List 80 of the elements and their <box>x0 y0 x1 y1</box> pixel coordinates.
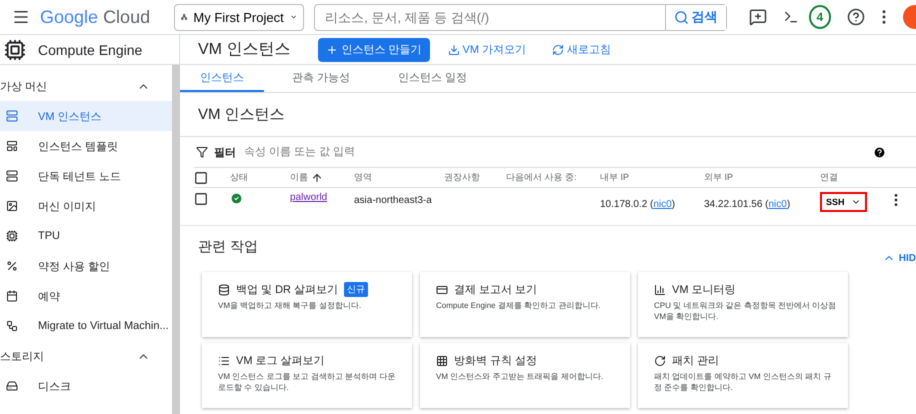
plus-icon <box>326 44 338 56</box>
section-title: 스토리지 <box>0 350 44 364</box>
checkbox[interactable] <box>194 192 208 206</box>
sidebar-item[interactable]: 인스턴스 템플릿 <box>0 131 172 161</box>
sidebar-item[interactable]: 디스크 <box>0 371 172 401</box>
task-card[interactable]: 방화벽 규칙 설정 VM 인스턴스와 주고받는 트래픽을 제어합니다. <box>420 343 630 408</box>
ssh-button[interactable]: SSH <box>820 192 867 212</box>
card-description: CPU 및 네트워크와 같은 측정항목 전반에서 이상점 VM을 확인합니다. <box>654 300 838 322</box>
nic-link[interactable]: nic0 <box>653 199 672 210</box>
tab[interactable]: 인스턴스 일정 <box>378 65 488 92</box>
search-field[interactable]: 리소스, 문서, 제품 등 검색(/) 검색 <box>314 4 727 30</box>
column-header[interactable]: 외부 IP <box>704 167 820 188</box>
notification-count[interactable]: 4 <box>808 5 832 29</box>
column-header[interactable]: 영역 <box>354 167 444 188</box>
search-icon <box>674 10 689 24</box>
product-logo[interactable]: Google Cloud <box>40 6 150 28</box>
sidebar-item[interactable]: 머신 이미지 <box>0 191 172 221</box>
card-description: VM 인스턴스 로그를 보고 검색하고 분석하며 다운로드할 수 있습니다. <box>218 371 396 393</box>
column-header[interactable]: 연결 <box>820 167 888 188</box>
card-description: 패치 업데이트를 예약하고 VM 인스턴스의 패치 규정 준수를 확인합니다. <box>654 371 832 393</box>
sidebar-item[interactable]: 단독 테넌트 노드 <box>0 161 172 191</box>
product-title: Compute Engine <box>38 42 142 58</box>
paren-text: ) <box>672 198 676 212</box>
card-description: VM을 백업하고 재해 복구를 설정합니다. <box>218 300 362 311</box>
nic-link[interactable]: nic0 <box>768 199 787 210</box>
task-card[interactable]: 패치 관리 패치 업데이트를 예약하고 VM 인스턴스의 패치 규정 준수를 확인합니다. <box>638 343 848 408</box>
ip-text: 10.178.0.2 ( <box>600 198 654 212</box>
card-title: VM 로그 살펴보기 <box>236 354 325 368</box>
column-header[interactable]: 권장사항 <box>444 167 506 188</box>
section-title: 가상 머신 <box>0 80 48 94</box>
section-title: 관련 작업 <box>198 238 258 256</box>
card-title: 방화벽 규칙 설정 <box>454 354 538 368</box>
checkbox[interactable] <box>194 170 208 184</box>
menu-button[interactable] <box>12 8 30 26</box>
header-cell <box>888 167 916 188</box>
sidebar-item[interactable]: TPU <box>0 221 172 251</box>
column-header[interactable]: 다음에서 사용 중: <box>506 167 600 188</box>
section-title: VM 인스턴스 <box>180 93 916 137</box>
card-title: 백업 및 DR 살펴보기 <box>236 283 338 297</box>
paren-text: ) <box>786 198 790 212</box>
task-card[interactable]: 결제 보고서 보기 Compute Engine 결제를 확인하고 관리합니다. <box>420 272 630 337</box>
sidebar-item[interactable]: VM 인스턴스 <box>0 101 172 131</box>
column-header[interactable]: 상태 <box>230 167 290 188</box>
card-title: VM 모니터링 <box>672 283 736 297</box>
filter-label: 필터 <box>214 146 236 160</box>
search-button[interactable]: 검색 <box>664 4 726 30</box>
column-header[interactable]: 내부 IP <box>600 167 704 188</box>
table-cell-text: asia-northeast3-a <box>354 194 433 208</box>
task-card[interactable]: VM 모니터링 CPU 및 네트워크와 같은 측정항목 전반에서 이상점 VM을 확인합니다. <box>638 272 848 337</box>
instance-link[interactable]: palworld <box>290 192 328 203</box>
terminal-icon[interactable] <box>782 9 799 25</box>
tab[interactable]: 인스턴스 <box>180 65 264 92</box>
card-title: 결제 보고서 보기 <box>454 283 538 297</box>
card-description: VM 인스턴스와 주고받는 트래픽을 제어합니다. <box>436 371 604 382</box>
card-title: 패치 관리 <box>672 354 720 368</box>
download-icon <box>448 44 460 56</box>
card-description: Compute Engine 결제를 확인하고 관리합니다. <box>436 300 602 311</box>
chip-icon <box>4 38 26 60</box>
filter-icon <box>196 146 208 158</box>
refresh-icon <box>552 44 564 56</box>
sidebar-item[interactable]: 약정 사용 할인 <box>0 251 172 281</box>
ip-text: 34.22.101.56 ( <box>704 198 768 212</box>
action-button[interactable]: 새로고침 <box>544 38 620 62</box>
task-card[interactable]: VM 로그 살펴보기 VM 인스턴스 로그를 보고 검색하고 분석하며 다운로드할 수 있습니다. <box>202 343 412 408</box>
task-card[interactable]: 백업 및 DR 살펴보기 신규 VM을 백업하고 재해 복구를 설정합니다. <box>202 272 412 337</box>
page-title: VM 인스턴스 <box>198 40 290 60</box>
sidebar-item[interactable]: 예약 <box>0 281 172 311</box>
hide-link[interactable]: HID <box>882 252 916 264</box>
nodes-icon <box>181 11 188 23</box>
new-badge: 신규 <box>344 282 368 297</box>
column-header[interactable]: 이름 <box>290 167 354 188</box>
sort-arrow-icon <box>311 172 323 184</box>
feedback-icon[interactable] <box>748 8 767 26</box>
action-button[interactable]: VM 가져오기 <box>440 38 534 62</box>
project-selector[interactable]: My First Project <box>174 4 304 30</box>
action-button[interactable]: 인스턴스 만들기 <box>318 38 430 62</box>
sidebar-item[interactable]: Migrate to Virtual Machin... <box>0 311 172 341</box>
avatar[interactable] <box>903 5 916 29</box>
tab[interactable]: 관측 가능성 <box>272 65 370 92</box>
help-icon[interactable] <box>847 8 866 26</box>
